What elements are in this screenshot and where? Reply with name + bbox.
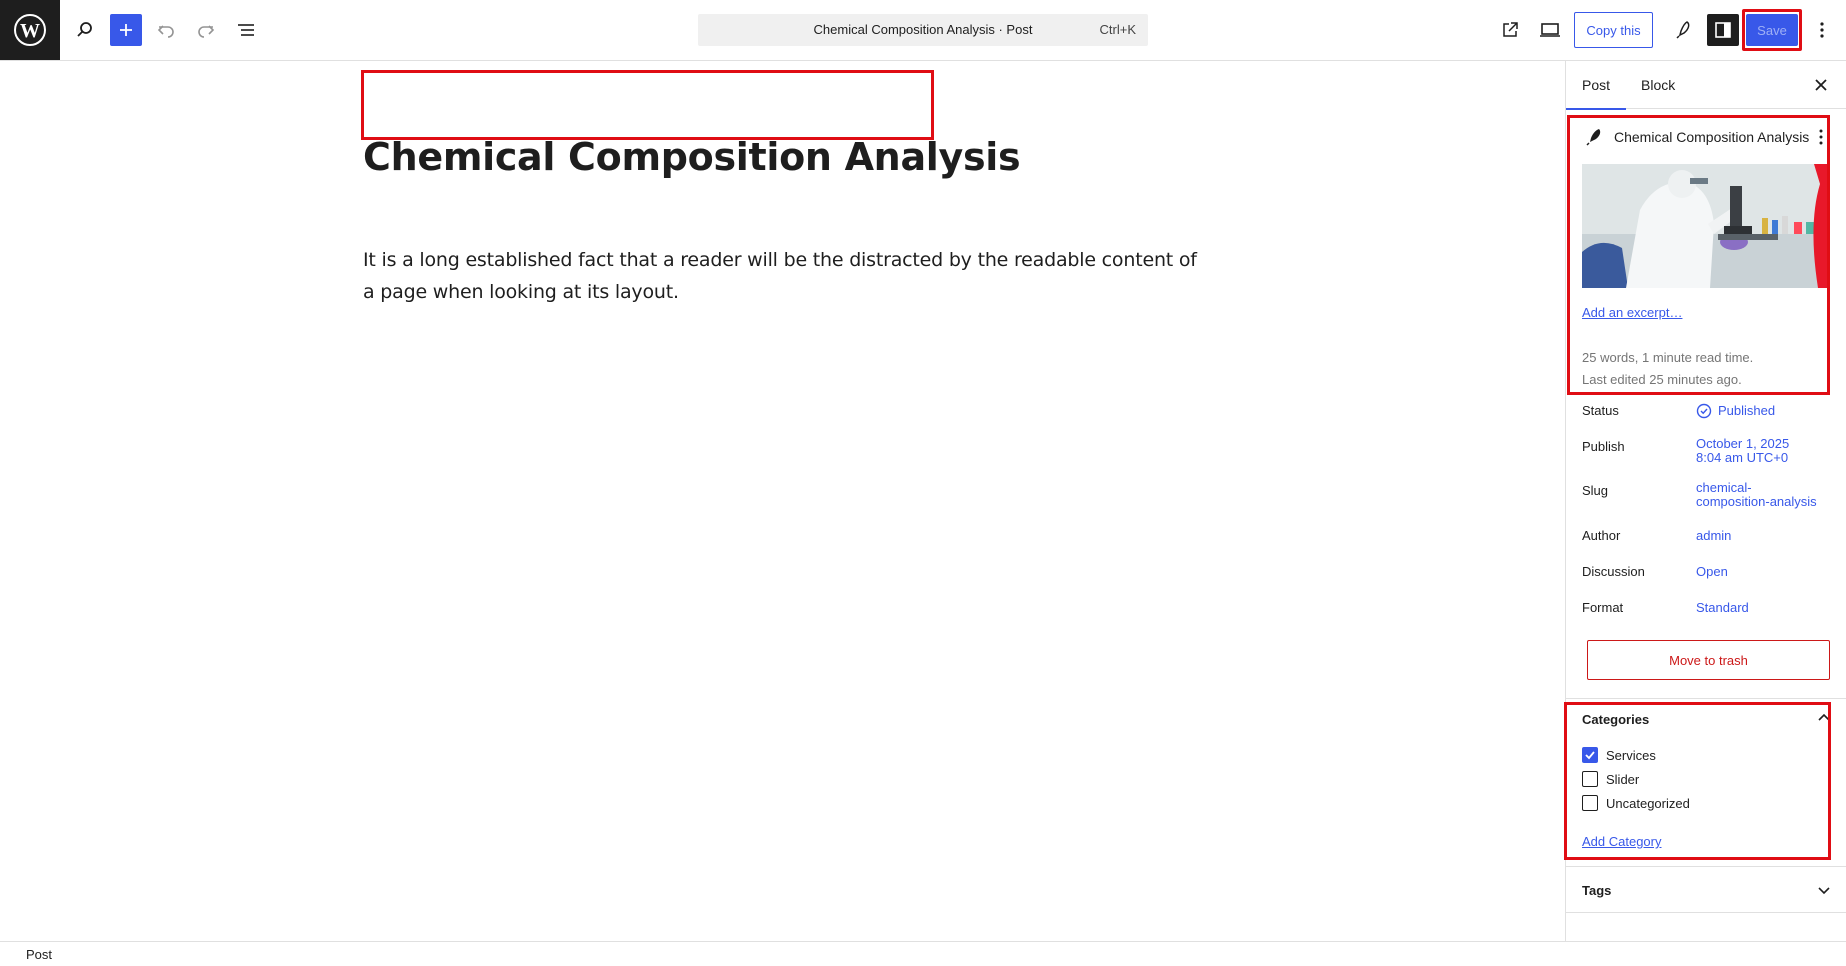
category-services[interactable]: Services — [1582, 747, 1656, 763]
lab-scientist-image — [1582, 164, 1828, 288]
category-label: Uncategorized — [1606, 795, 1690, 811]
move-to-trash-button[interactable]: Move to trash — [1587, 640, 1830, 680]
status-value[interactable]: Published — [1718, 404, 1775, 418]
feather-icon — [1586, 129, 1601, 146]
add-excerpt-link[interactable]: Add an excerpt… — [1582, 305, 1682, 320]
editor-canvas: Chemical Composition Analysis It is a lo… — [0, 61, 1565, 941]
category-slider[interactable]: Slider — [1582, 771, 1639, 787]
tags-panel-toggle[interactable]: Tags — [1582, 883, 1611, 898]
redo-button[interactable] — [190, 14, 222, 46]
add-block-button[interactable] — [110, 14, 142, 46]
list-view-icon — [238, 24, 254, 36]
more-vertical-icon — [1820, 22, 1824, 38]
add-category-link[interactable]: Add Category — [1582, 834, 1662, 849]
document-overview-button[interactable] — [230, 14, 262, 46]
format-label: Format — [1582, 600, 1624, 615]
close-icon — [1815, 79, 1827, 91]
redo-icon — [198, 25, 215, 38]
breadcrumb[interactable]: Post — [26, 947, 52, 962]
view-post-button[interactable] — [1494, 14, 1526, 46]
sidebar-tabs: Post Block — [1565, 61, 1846, 110]
tab-post[interactable]: Post — [1565, 61, 1627, 110]
slug-line-1: chemical- — [1696, 480, 1752, 495]
format-value[interactable]: Standard — [1696, 601, 1749, 615]
slug-label: Slug — [1582, 483, 1609, 498]
more-vertical-icon[interactable] — [1811, 127, 1831, 147]
settings-toggle-button[interactable] — [1707, 14, 1739, 46]
editor-top-toolbar: W Chemical Composition Analysis · Post C… — [0, 0, 1846, 61]
divider — [1566, 698, 1846, 699]
author-value[interactable]: admin — [1696, 529, 1731, 543]
word-count-text: 25 words, 1 minute read time. — [1582, 350, 1754, 365]
last-edited-text: Last edited 25 minutes ago. — [1582, 372, 1742, 387]
slug-value[interactable]: chemical- composition-analysis — [1696, 481, 1817, 509]
undo-icon — [157, 25, 174, 38]
checkbox-services[interactable] — [1582, 747, 1598, 763]
category-label: Slider — [1606, 771, 1640, 787]
desktop-preview-icon — [1540, 23, 1560, 37]
sidebar-toggle-icon — [1715, 22, 1731, 38]
options-menu-button[interactable] — [1806, 14, 1838, 46]
chevron-down-icon[interactable] — [1816, 882, 1832, 898]
post-title[interactable]: Chemical Composition Analysis — [363, 135, 1021, 179]
publish-label: Publish — [1582, 439, 1625, 454]
category-uncategorized[interactable]: Uncategorized — [1582, 795, 1690, 811]
checkbox-check-icon — [1585, 751, 1595, 760]
copy-this-button[interactable]: Copy this — [1574, 12, 1653, 48]
chevron-up-icon[interactable] — [1816, 710, 1832, 726]
status-label: Status — [1582, 403, 1619, 418]
publish-date-value[interactable]: October 1, 2025 8:04 am UTC+0 — [1696, 437, 1789, 465]
styles-button[interactable] — [1667, 14, 1699, 46]
search-button[interactable] — [69, 14, 101, 46]
plus-icon — [120, 24, 132, 36]
search-icon — [77, 22, 92, 37]
undo-button[interactable] — [150, 14, 182, 46]
post-summary-title: Chemical Composition Analysis — [1614, 129, 1810, 145]
svg-text:W: W — [20, 20, 40, 42]
wordpress-logo-button[interactable]: W — [0, 0, 60, 60]
wordpress-logo-icon: W — [14, 14, 46, 46]
publish-date-line: October 1, 2025 — [1696, 436, 1790, 451]
tab-block[interactable]: Block — [1641, 61, 1675, 109]
categories-panel-toggle[interactable]: Categories — [1582, 712, 1649, 727]
external-link-icon — [1503, 22, 1518, 37]
command-palette-bar[interactable]: Chemical Composition Analysis · Post Ctr… — [698, 14, 1148, 46]
featured-image[interactable] — [1582, 164, 1828, 288]
divider — [1566, 866, 1846, 867]
document-title: Chemical Composition Analysis · Post — [813, 22, 1033, 37]
save-button[interactable]: Save — [1746, 14, 1798, 46]
checkbox-slider[interactable] — [1582, 771, 1598, 787]
close-sidebar-button[interactable] — [1809, 73, 1833, 97]
discussion-value[interactable]: Open — [1696, 565, 1728, 579]
editor-footer: Post — [0, 941, 1846, 966]
publish-time-line: 8:04 am UTC+0 — [1696, 450, 1789, 465]
pen-style-icon — [1676, 21, 1690, 39]
category-label: Services — [1606, 747, 1656, 763]
command-shortcut: Ctrl+K — [1099, 22, 1136, 37]
discussion-label: Discussion — [1582, 564, 1645, 579]
paragraph-block[interactable]: It is a long established fact that a rea… — [363, 244, 1203, 308]
preview-button[interactable] — [1534, 14, 1566, 46]
check-circle-icon — [1696, 403, 1712, 419]
divider — [1566, 912, 1846, 913]
slug-line-2: composition-analysis — [1696, 494, 1817, 509]
author-label: Author — [1582, 528, 1621, 543]
settings-sidebar: Post Block Chemical Composition Analysis — [1565, 61, 1846, 941]
checkbox-uncategorized[interactable] — [1582, 795, 1598, 811]
